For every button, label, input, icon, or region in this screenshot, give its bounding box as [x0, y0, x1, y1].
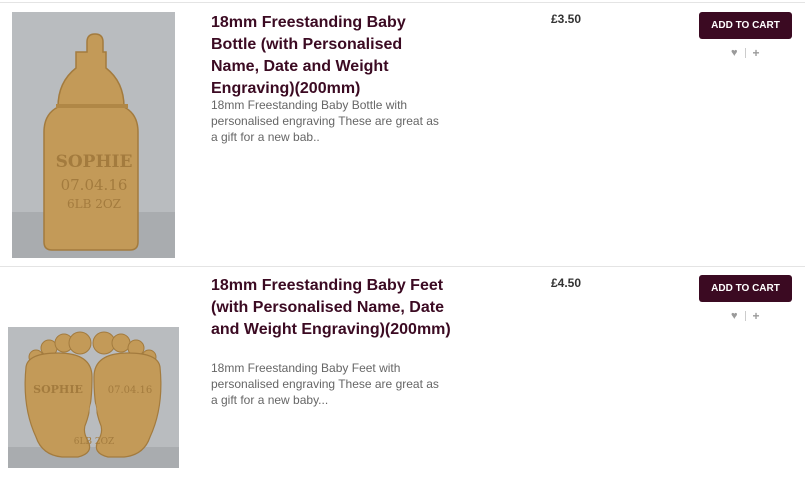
- product-title-link[interactable]: 18mm Freestanding Baby Bottle (with Pers…: [211, 12, 441, 100]
- product-actions: ♥ +: [731, 309, 760, 323]
- engraving-weight: 6LB 2OZ: [74, 437, 115, 447]
- add-to-cart-button[interactable]: ADD TO CART: [699, 275, 792, 302]
- product-image-baby-feet[interactable]: SOPHIE 07.04.16 6LB 2OZ: [8, 327, 179, 468]
- product-actions: ♥ +: [731, 46, 760, 60]
- baby-bottle-photo: SOPHIE 07.04.16 6LB 2OZ: [12, 12, 175, 258]
- action-divider: [744, 311, 746, 321]
- heart-icon[interactable]: ♥: [731, 310, 738, 322]
- engraving-date: 07.04.16: [108, 385, 153, 396]
- product-price: £4.50: [551, 276, 582, 290]
- product-image-baby-bottle[interactable]: SOPHIE 07.04.16 6LB 2OZ: [12, 12, 175, 258]
- plus-icon[interactable]: +: [753, 309, 760, 323]
- baby-feet-photo: SOPHIE 07.04.16 6LB 2OZ: [8, 327, 179, 468]
- engraving-name: SOPHIE: [56, 152, 133, 172]
- plus-icon[interactable]: +: [753, 46, 760, 60]
- engraving-name: SOPHIE: [33, 383, 83, 396]
- product-price: £3.50: [551, 12, 582, 26]
- engraving-date: 07.04.16: [61, 176, 128, 194]
- heart-icon[interactable]: ♥: [731, 47, 738, 59]
- action-divider: [744, 48, 746, 58]
- top-separator: [0, 2, 805, 3]
- product-description: 18mm Freestanding Baby Bottle with perso…: [211, 98, 439, 144]
- product-description: 18mm Freestanding Baby Feet with persona…: [211, 361, 439, 407]
- add-to-cart-button[interactable]: ADD TO CART: [699, 12, 792, 39]
- engraving-weight: 6LB 2OZ: [67, 197, 121, 211]
- product-title-link[interactable]: 18mm Freestanding Baby Feet (with Person…: [211, 275, 457, 341]
- row-separator: [0, 266, 805, 267]
